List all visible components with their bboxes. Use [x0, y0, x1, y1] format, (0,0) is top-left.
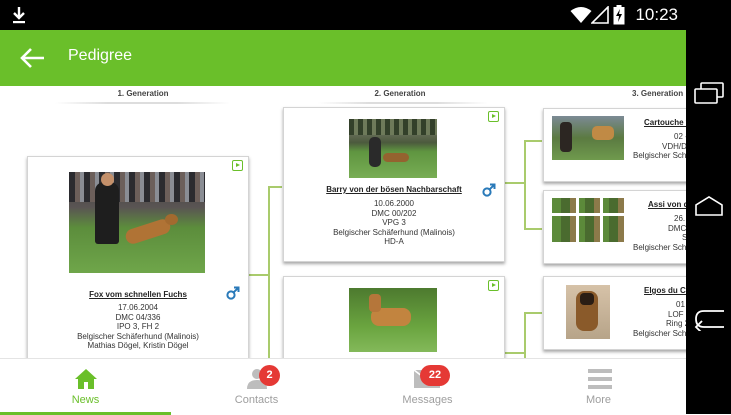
menu-icon	[588, 369, 612, 389]
dog-card-gen2-sire[interactable]: Barry von der bösen Nachbarschaft 10.06.…	[283, 107, 505, 262]
generation-label-3: 3. Generation	[632, 89, 684, 98]
dog-birthdate: 01	[676, 300, 685, 309]
bottom-navigation: News 2 Contacts 22 Messages More	[0, 358, 686, 415]
dog-registration: DMC	[668, 223, 686, 233]
dog-name[interactable]: Cartouche v	[644, 118, 686, 127]
dog-owner: Mathias Dögel, Kristin Dögel	[87, 341, 189, 350]
connector-line	[248, 274, 268, 276]
dog-registration: VDH/D	[662, 141, 686, 151]
dog-photo	[349, 288, 437, 352]
app-bar: Pedigree	[0, 30, 686, 86]
male-icon	[482, 183, 496, 197]
dog-birthdate: 17.06.2004	[117, 303, 159, 312]
dog-breed: Belgischer Schä	[633, 328, 686, 338]
generation-divider-1	[55, 102, 230, 104]
status-bar: 10:23	[0, 0, 686, 30]
connector-line	[504, 182, 524, 184]
male-icon	[226, 286, 240, 300]
contacts-badge: 2	[259, 365, 280, 386]
connector-line	[504, 352, 524, 354]
dog-photo	[552, 198, 624, 242]
dog-name[interactable]: Barry von der bösen Nachbarschaft	[284, 185, 504, 194]
recent-apps-icon[interactable]	[694, 82, 724, 104]
nav-label: Contacts	[234, 394, 279, 406]
dog-card-gen3-1[interactable]: Cartouche v 02 - VDH/D Belgischer Schä	[543, 108, 686, 182]
home-button-icon[interactable]	[694, 195, 724, 217]
dog-breed: Belgischer Schä	[633, 242, 686, 252]
dog-health: HD-A	[384, 237, 404, 246]
home-icon	[75, 369, 97, 389]
generation-label-1: 1. Generation	[117, 89, 169, 98]
dog-name[interactable]: Elgos du Ch	[644, 286, 686, 295]
dog-birthdate: 26.	[674, 214, 686, 223]
back-button-icon[interactable]	[692, 307, 726, 331]
pedigree-tree[interactable]: 1. Generation 2. Generation 3. Generatio…	[0, 86, 686, 358]
status-time: 10:23	[635, 5, 678, 24]
system-navigation-bar	[686, 0, 731, 414]
connector-line	[524, 140, 526, 230]
play-video-icon[interactable]	[488, 280, 499, 291]
messages-badge: 22	[420, 365, 450, 386]
generation-label-2: 2. Generation	[374, 89, 426, 98]
wifi-icon	[570, 7, 592, 23]
dog-photo	[349, 119, 437, 178]
back-arrow-icon[interactable]	[18, 44, 46, 72]
dog-card-gen3-3[interactable]: Elgos du Ch 01 LOF 1 Ring 2 Belgischer S…	[543, 276, 686, 350]
nav-label: News	[71, 394, 100, 406]
dog-photo	[566, 285, 610, 339]
connector-line	[268, 186, 270, 358]
connector-line	[524, 140, 542, 142]
play-video-icon[interactable]	[488, 111, 499, 122]
battery-icon	[613, 5, 625, 25]
nav-item-more[interactable]: More	[513, 359, 684, 415]
nav-item-messages[interactable]: 22 Messages	[342, 359, 513, 415]
nav-item-news[interactable]: News	[0, 359, 171, 415]
play-video-icon[interactable]	[232, 160, 243, 171]
dog-card-gen3-2[interactable]: Assi von de 26. DMC S Belgischer Schä	[543, 190, 686, 264]
dog-name[interactable]: Fox vom schnellen Fuchs	[28, 290, 248, 299]
dog-registration: DMC 04/336	[115, 312, 161, 322]
dog-name[interactable]: Assi von de	[648, 200, 686, 209]
signal-icon	[591, 6, 609, 24]
dog-registration: LOF 1	[668, 309, 686, 319]
connector-line	[524, 228, 542, 230]
dog-breed: Belgischer Schä	[633, 151, 686, 160]
dog-titles: S	[630, 233, 686, 243]
download-icon	[13, 7, 25, 24]
dog-titles: VPG 3	[382, 218, 406, 227]
dog-titles: Ring 2	[666, 319, 686, 328]
connector-line	[268, 186, 282, 188]
dog-card-gen1[interactable]: Fox vom schnellen Fuchs 17.06.2004 DMC 0…	[27, 156, 249, 358]
connector-line	[524, 312, 542, 314]
nav-item-contacts[interactable]: 2 Contacts	[171, 359, 342, 415]
connector-line	[524, 312, 526, 358]
dog-breed: Belgischer Schäferhund (Malinois)	[333, 227, 455, 237]
dog-photo	[552, 116, 624, 160]
dog-titles: IPO 3, FH 2	[116, 322, 160, 331]
generation-divider-2	[318, 102, 488, 104]
dog-birthdate: 10.06.2000	[373, 199, 415, 208]
dog-card-gen2-dam[interactable]	[283, 276, 505, 358]
nav-label: Messages	[402, 394, 453, 406]
page-title: Pedigree	[68, 47, 133, 64]
nav-label: More	[585, 394, 612, 406]
dog-birthdate: 02 -	[674, 132, 686, 141]
dog-breed: Belgischer Schäferhund (Malinois)	[77, 331, 199, 341]
dog-photo	[69, 172, 205, 273]
dog-registration: DMC 00/202	[371, 208, 417, 218]
